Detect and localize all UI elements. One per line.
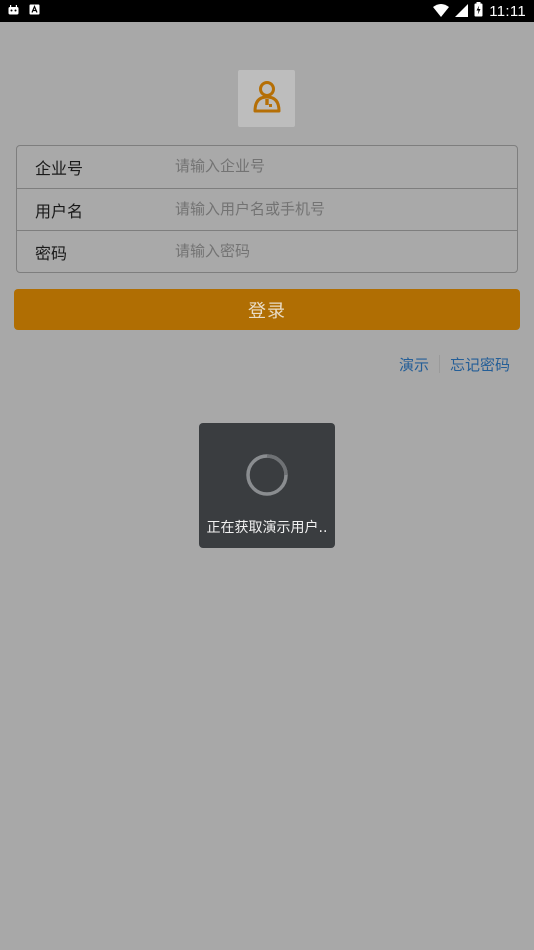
username-input[interactable] bbox=[175, 195, 505, 223]
status-bar: 11:11 bbox=[0, 0, 534, 22]
loading-spinner-icon bbox=[245, 453, 289, 497]
password-row: 密码 bbox=[17, 230, 517, 272]
status-bar-system: 11:11 bbox=[433, 0, 526, 22]
loading-message: 正在获取演示用户.. bbox=[206, 520, 328, 536]
company-input[interactable] bbox=[175, 152, 505, 180]
status-time: 11:11 bbox=[489, 2, 526, 20]
a-notification-icon bbox=[29, 4, 40, 15]
status-bar-notifications bbox=[8, 4, 40, 15]
forgot-password-link[interactable]: 忘记密码 bbox=[450, 354, 510, 375]
battery-charging-icon bbox=[474, 1, 483, 21]
company-label: 企业号 bbox=[35, 158, 84, 178]
password-label: 密码 bbox=[35, 243, 68, 263]
password-input[interactable] bbox=[175, 237, 505, 265]
signal-icon bbox=[455, 2, 469, 21]
android-debug-icon bbox=[8, 4, 19, 15]
demo-link[interactable]: 演示 bbox=[399, 354, 429, 375]
app-logo bbox=[238, 70, 295, 127]
secondary-links: 演示 忘记密码 bbox=[399, 352, 510, 376]
user-avatar-icon bbox=[251, 80, 283, 118]
login-button[interactable]: 登录 bbox=[14, 289, 520, 330]
loading-dialog: 正在获取演示用户.. bbox=[199, 423, 335, 548]
company-row: 企业号 bbox=[17, 146, 517, 187]
login-form: 企业号 用户名 密码 bbox=[16, 145, 518, 273]
wifi-icon bbox=[433, 2, 450, 21]
link-divider bbox=[438, 355, 440, 373]
username-label: 用户名 bbox=[35, 201, 84, 221]
username-row: 用户名 bbox=[17, 188, 517, 230]
